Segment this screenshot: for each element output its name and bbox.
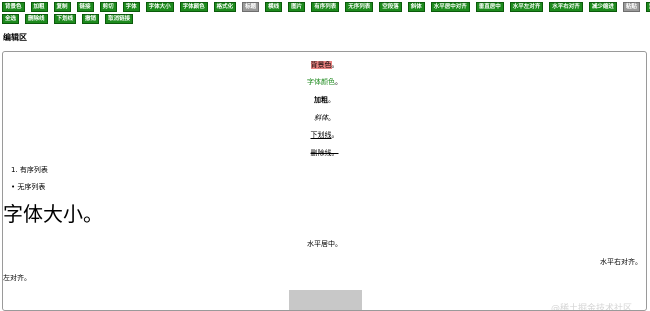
unordered-list-item: • 无序列表 <box>11 182 45 192</box>
toolbar-button-0[interactable]: 背景色 <box>2 2 25 12</box>
strike-text: 删除线。 <box>311 149 339 157</box>
toolbar-button-14[interactable]: 空段落 <box>379 2 402 12</box>
toolbar-button-21[interactable]: 粘贴 <box>622 2 640 12</box>
toolbar-button-16[interactable]: 水平居中对齐 <box>430 2 470 12</box>
toolbar-button-17[interactable]: 垂直居中 <box>475 2 504 12</box>
toolbar-button-18[interactable]: 水平左对齐 <box>509 2 544 12</box>
left-aligned-text: 左对齐。 <box>3 274 31 282</box>
toolbar-button-10[interactable]: 横线 <box>265 2 283 12</box>
underline-line: 下划线。 <box>3 130 646 140</box>
right-aligned-text: 水平右对齐。 <box>600 258 642 266</box>
ordered-list-item: 1. 有序列表 <box>11 165 48 175</box>
toolbar-button-8[interactable]: 格式化 <box>213 2 237 12</box>
editor-toolbar: 背景色 加粗 复制 链接 剪切 字体 字体大小 字体颜色 格式化 标题 横线 图片 有序列表 无序列表 空段… <box>2 2 650 26</box>
toolbar-row2-button-0[interactable]: 全选 <box>2 14 20 24</box>
toolbar-button-15[interactable]: 斜体 <box>407 2 425 12</box>
underline-text: 下划线 <box>310 131 332 139</box>
section-title: 编辑区 <box>3 33 27 42</box>
toolbar-row2-button-4[interactable]: 取消链接 <box>105 14 134 24</box>
italic-text: 斜体 <box>314 114 328 122</box>
bold-text: 加粗 <box>314 96 328 104</box>
period: 。 <box>328 96 335 104</box>
toolbar-button-11[interactable]: 图片 <box>288 2 306 12</box>
period: 。 <box>331 61 339 69</box>
font-color-text: 字体颜色 <box>307 78 335 86</box>
editor-area[interactable]: 背景色。 字体颜色。 加粗。 斜体。 下划线。 删除线。 1. 有序列表 • 无… <box>2 51 647 311</box>
toolbar-button-7[interactable]: 字体颜色 <box>179 2 208 12</box>
toolbar-button-5[interactable]: 字体 <box>122 2 140 12</box>
toolbar-button-20[interactable]: 减少缩进 <box>588 2 617 12</box>
unordered-list-text: 无序列表 <box>17 183 46 191</box>
toolbar-row2-button-2[interactable]: 下划线 <box>53 14 77 24</box>
toolbar-row2-button-1[interactable]: 删除线 <box>25 14 48 24</box>
period: 。 <box>331 131 339 139</box>
toolbar-button-3[interactable]: 链接 <box>76 2 94 12</box>
period: 。 <box>335 78 342 86</box>
toolbar-button-6[interactable]: 字体大小 <box>145 2 174 12</box>
italic-line: 斜体。 <box>3 113 646 123</box>
toolbar-button-22[interactable]: 重做 <box>645 2 650 12</box>
ordered-list-marker: 1. <box>11 166 18 174</box>
watermark: @稀土掘金技术社区 <box>550 304 632 311</box>
strike-line: 删除线。 <box>3 148 646 158</box>
toolbar-button-12[interactable]: 有序列表 <box>311 2 340 12</box>
center-text: 水平居中。 <box>307 240 342 248</box>
toolbar-button-1[interactable]: 加粗 <box>30 2 48 12</box>
period: 。 <box>331 149 339 157</box>
image-placeholder <box>289 290 362 310</box>
ordered-list-text: 有序列表 <box>19 166 48 174</box>
strike-words: 删除线 <box>310 149 332 157</box>
font-color-line: 字体颜色。 <box>3 77 646 87</box>
toolbar-row-1: 背景色 加粗 复制 链接 剪切 字体 字体大小 字体颜色 格式化 标题 横线 图片 有序列表 无序列表 空段… <box>2 2 650 12</box>
bg-color-text: 背景色 <box>310 61 332 69</box>
toolbar-button-2[interactable]: 复制 <box>53 2 71 12</box>
toolbar-row-2: 全选 删除线 下划线 撤销 取消链接 <box>2 14 648 24</box>
toolbar-button-13[interactable]: 无序列表 <box>345 2 374 12</box>
bold-line: 加粗。 <box>3 95 646 105</box>
toolbar-row2-button-3[interactable]: 撤销 <box>82 14 100 24</box>
bg-color-line: 背景色。 <box>3 60 646 70</box>
toolbar-button-19[interactable]: 水平右对齐 <box>549 2 583 12</box>
toolbar-button-9[interactable]: 标题 <box>242 2 260 12</box>
font-size-text: 字体大小。 <box>3 202 103 226</box>
unordered-list-marker: • <box>11 183 16 191</box>
toolbar-button-4[interactable]: 剪切 <box>99 2 117 12</box>
period: 。 <box>328 114 335 122</box>
